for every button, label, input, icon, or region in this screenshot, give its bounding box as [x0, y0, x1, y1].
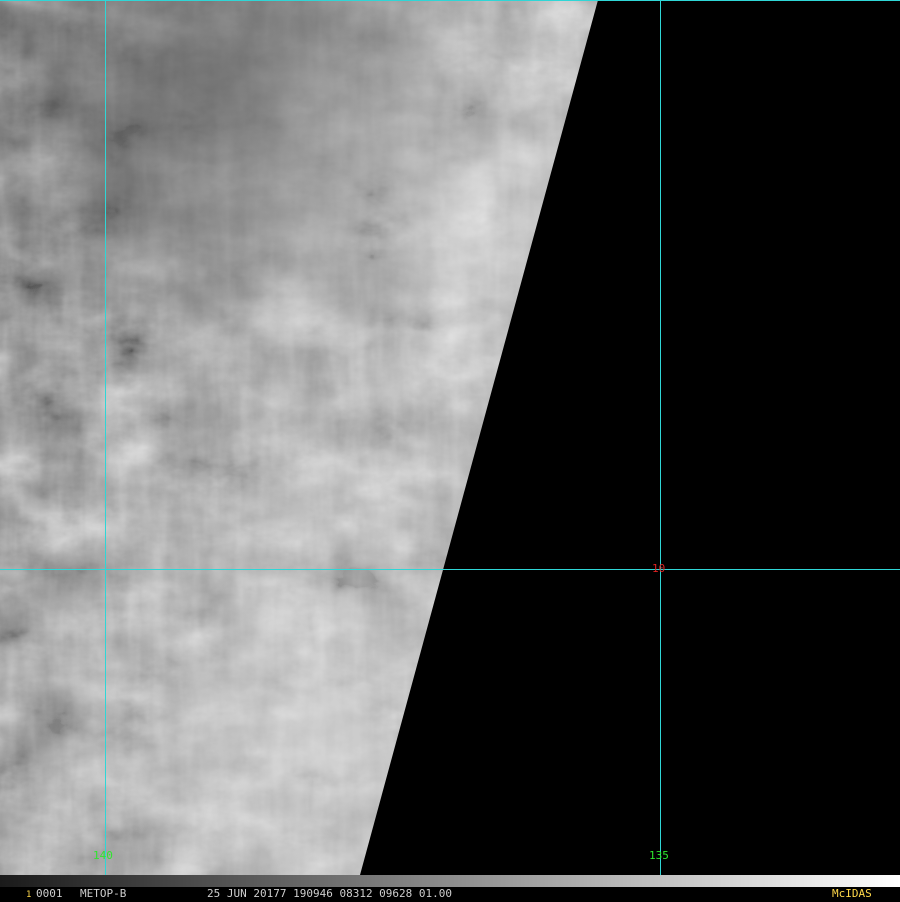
frame-marker: 1 [26, 890, 32, 900]
image-info: 25 JUN 20177 190946 08312 09628 01.00 [207, 887, 453, 900]
latitude-line-top [0, 0, 900, 1]
longitude-label-135: 135 [649, 849, 669, 862]
satellite-name: METOP-B [80, 887, 127, 900]
longitude-label-140: 140 [93, 849, 113, 862]
longitude-line-135 [660, 0, 661, 875]
grayscale-bar [0, 875, 900, 887]
latitude-label-10: 10 [652, 562, 666, 575]
cloud-imagery [0, 0, 598, 875]
status-bar: 1 0001 METOP-B 25 JUN 20177 190946 08312… [0, 887, 900, 900]
latitude-line-10 [0, 569, 900, 570]
longitude-line-140 [105, 0, 106, 875]
frame-number: 0001 [36, 887, 63, 900]
brand-label: McIDAS [832, 887, 872, 900]
satellite-image-viewport[interactable]: 10 140 135 [0, 0, 900, 875]
